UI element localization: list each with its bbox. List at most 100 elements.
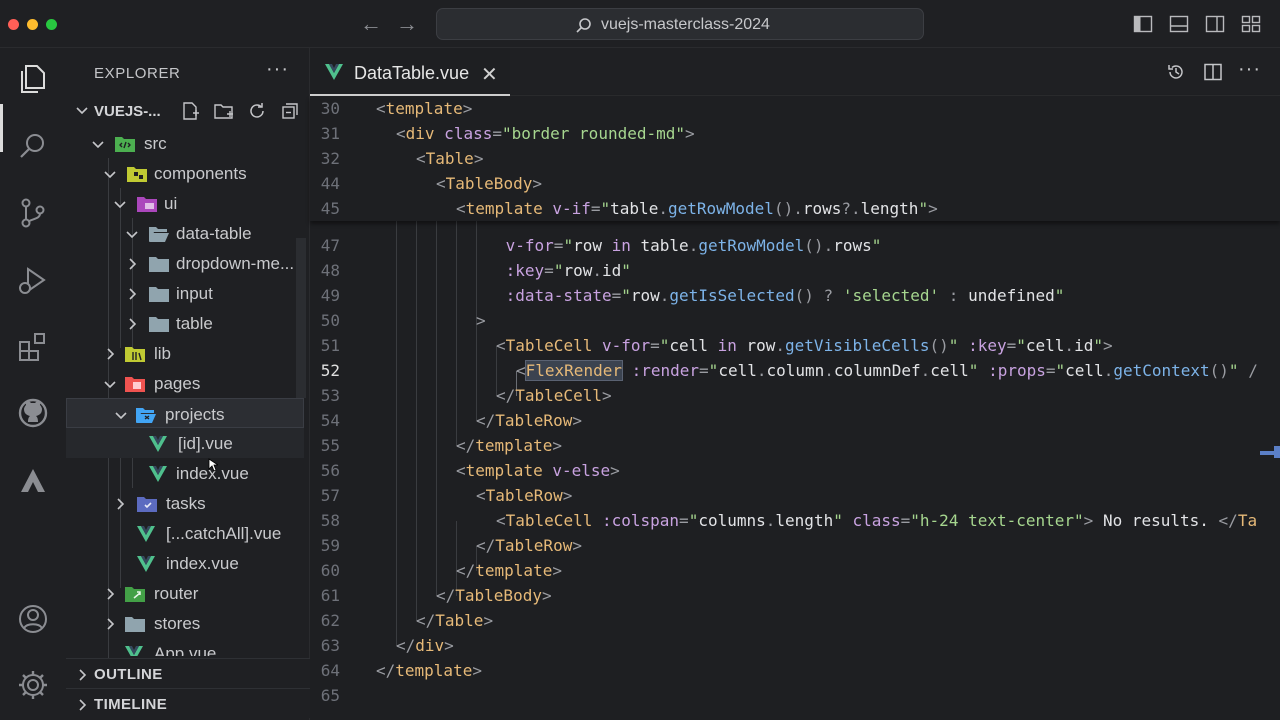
minimize-window-button[interactable] bbox=[27, 19, 38, 30]
run-debug-icon[interactable] bbox=[16, 264, 50, 298]
tree-file-index-vue[interactable]: index.vue bbox=[66, 458, 304, 488]
forward-arrow-icon[interactable]: → bbox=[396, 12, 418, 36]
code-token: template bbox=[475, 561, 553, 580]
components-folder-icon bbox=[127, 167, 147, 182]
line-number: 58 bbox=[320, 511, 340, 530]
code-line-44: <TableBody> bbox=[436, 171, 542, 196]
code-editor[interactable]: <TableRow 30 31 32 44 45 47 48 49 50 51 … bbox=[310, 96, 1280, 720]
refresh-icon[interactable] bbox=[247, 101, 267, 121]
outline-section[interactable]: OUTLINE bbox=[66, 658, 310, 688]
tree-file-id-vue[interactable]: [id].vue bbox=[66, 428, 304, 458]
code-token: > bbox=[1102, 336, 1113, 355]
tree-file-app-vue[interactable]: App.vue bbox=[66, 638, 304, 656]
new-file-icon[interactable] bbox=[180, 101, 200, 121]
customize-layout-icon[interactable] bbox=[1241, 14, 1261, 34]
close-tab-icon[interactable]: ✕ bbox=[481, 62, 498, 87]
line-number: 49 bbox=[320, 286, 340, 305]
tree-folder-data-table[interactable]: data-table bbox=[66, 218, 304, 248]
toggle-panel-icon[interactable] bbox=[1169, 14, 1189, 34]
back-arrow-icon[interactable]: ← bbox=[360, 12, 382, 36]
code-token: > bbox=[610, 461, 620, 480]
code-token: " bbox=[833, 511, 843, 530]
explorer-sidebar: EXPLORER ··· VUEJS-... src components ui… bbox=[66, 48, 310, 720]
chevron-right-icon bbox=[79, 669, 87, 681]
tree-folder-router[interactable]: router bbox=[66, 578, 304, 608]
zoom-window-button[interactable] bbox=[46, 19, 57, 30]
chevron-right-icon bbox=[107, 618, 115, 630]
tree-folder-lib[interactable]: lib bbox=[66, 338, 304, 368]
tree-folder-src[interactable]: src bbox=[66, 128, 304, 158]
workspace-name: VUEJS-... bbox=[94, 103, 161, 120]
folder-icon bbox=[149, 287, 169, 302]
code-token: = bbox=[553, 236, 564, 255]
more-actions-button[interactable]: ··· bbox=[266, 58, 289, 81]
code-token: row bbox=[746, 336, 776, 355]
code-token: " bbox=[621, 286, 631, 305]
more-actions-icon[interactable]: ··· bbox=[1238, 58, 1261, 81]
tab-datatable-vue[interactable]: DataTable.vue ✕ bbox=[310, 48, 510, 96]
tree-file-pages-index-vue[interactable]: index.vue bbox=[66, 548, 304, 578]
code-token: cell bbox=[930, 361, 969, 380]
timeline-section[interactable]: TIMELINE bbox=[66, 688, 310, 718]
code-line-64: </template> bbox=[376, 658, 482, 683]
code-token: > bbox=[473, 149, 484, 168]
code-token: > bbox=[572, 411, 582, 430]
close-window-button[interactable] bbox=[8, 19, 19, 30]
code-token: </ bbox=[456, 561, 476, 580]
code-token: </ bbox=[416, 611, 436, 630]
chevron-right-icon bbox=[107, 588, 115, 600]
toggle-secondary-sidebar-icon[interactable] bbox=[1205, 14, 1225, 34]
code-token: TableRow bbox=[495, 411, 573, 430]
timeline-history-icon[interactable] bbox=[1166, 62, 1186, 82]
tree-folder-stores[interactable]: stores bbox=[66, 608, 304, 638]
account-icon[interactable] bbox=[16, 602, 50, 636]
code-token: = bbox=[1006, 336, 1017, 355]
editor-area: DataTable.vue ✕ ··· <TableRow 30 31 32 4… bbox=[310, 48, 1280, 720]
code-line-55: </template> bbox=[456, 433, 562, 458]
tree-item-label: src bbox=[144, 134, 167, 153]
source-control-icon[interactable] bbox=[16, 196, 50, 230]
command-center-search[interactable]: vuejs-masterclass-2024 bbox=[436, 8, 924, 40]
chevron-right-icon bbox=[129, 318, 137, 330]
deploy-triangle-icon[interactable] bbox=[16, 464, 50, 498]
code-line-31: <div class="border rounded-md"> bbox=[396, 121, 695, 146]
tree-folder-pages[interactable]: pages bbox=[66, 368, 304, 398]
split-editor-icon[interactable] bbox=[1203, 62, 1223, 82]
code-token: :key bbox=[958, 336, 1007, 355]
vue-file-icon bbox=[149, 466, 167, 482]
code-token: 'selected' bbox=[842, 286, 940, 305]
activity-bar bbox=[0, 48, 66, 720]
code-token: " bbox=[968, 361, 979, 380]
tree-folder-input[interactable]: input bbox=[66, 278, 304, 308]
extensions-icon[interactable] bbox=[16, 330, 50, 364]
tree-item-label: stores bbox=[154, 614, 201, 633]
settings-gear-icon[interactable] bbox=[16, 668, 50, 702]
line-number: 62 bbox=[320, 611, 340, 630]
tree-folder-dropdown-menu[interactable]: dropdown-me... bbox=[66, 248, 304, 278]
explorer-files-icon[interactable] bbox=[16, 62, 50, 96]
collapse-all-icon[interactable] bbox=[280, 101, 300, 121]
search-icon[interactable] bbox=[16, 130, 50, 164]
code-token: " bbox=[1228, 361, 1239, 380]
chevron-down-icon bbox=[104, 171, 116, 179]
tasks-folder-icon bbox=[137, 497, 157, 512]
tree-folder-tasks[interactable]: tasks bbox=[66, 488, 304, 518]
tree-item-label: data-table bbox=[176, 224, 252, 243]
code-token: " bbox=[563, 236, 574, 255]
tree-item-label: App.vue bbox=[154, 644, 217, 656]
code-token: No results. bbox=[1093, 511, 1219, 530]
code-token: getIsSelected bbox=[669, 286, 795, 305]
explorer-title: EXPLORER bbox=[94, 65, 181, 82]
chevron-down-icon bbox=[76, 107, 88, 115]
new-folder-icon[interactable] bbox=[213, 101, 235, 121]
tree-folder-projects[interactable]: projects bbox=[66, 398, 304, 428]
code-token: div bbox=[415, 636, 445, 655]
tree-folder-ui[interactable]: ui bbox=[66, 188, 304, 218]
tree-file-catchall-vue[interactable]: [...catchAll].vue bbox=[66, 518, 304, 548]
tree-folder-table[interactable]: table bbox=[66, 308, 304, 338]
code-token: () ? bbox=[794, 286, 843, 305]
tree-folder-components[interactable]: components bbox=[66, 158, 304, 188]
workspace-header[interactable]: VUEJS-... bbox=[66, 98, 310, 124]
github-icon[interactable] bbox=[16, 396, 50, 430]
toggle-primary-sidebar-icon[interactable] bbox=[1133, 14, 1153, 34]
